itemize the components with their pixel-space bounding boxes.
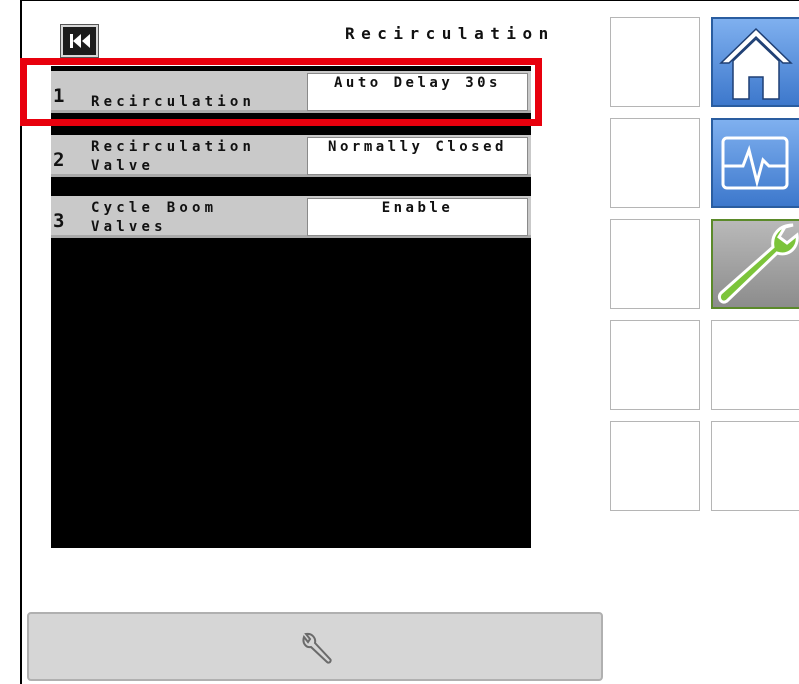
side-button-3[interactable] <box>610 219 700 309</box>
screen-title: Recirculation <box>345 24 555 43</box>
row-value[interactable]: Normally Closed <box>307 137 528 175</box>
tools-button[interactable] <box>711 219 799 309</box>
side-button-4[interactable] <box>610 320 700 410</box>
home-icon <box>719 27 793 100</box>
diagnostics-button[interactable] <box>711 118 799 208</box>
row-label: Cycle Boom Valves <box>91 200 218 235</box>
side-button-1[interactable] <box>610 17 700 107</box>
home-button[interactable] <box>711 17 799 107</box>
row-number: 3 <box>53 210 65 232</box>
settings-list: 1 Recirculation Auto Delay 30s 2 Recircu… <box>51 66 531 548</box>
skip-back-icon <box>69 34 90 48</box>
side-button-10[interactable] <box>711 421 799 511</box>
bottom-tool-button[interactable] <box>27 612 603 681</box>
setting-row-recirculation[interactable]: 1 Recirculation Auto Delay 30s <box>51 71 531 113</box>
side-button-9[interactable] <box>711 320 799 410</box>
row-number: 1 <box>53 85 65 107</box>
side-button-2[interactable] <box>610 118 700 208</box>
row-number: 2 <box>53 149 65 171</box>
row-label: Recirculation Valve <box>91 139 256 174</box>
wrench-icon <box>302 632 332 664</box>
wrench-icon <box>717 223 799 304</box>
row-value[interactable]: Enable <box>307 198 528 236</box>
setting-row-recirculation-valve[interactable]: 2 Recirculation Valve Normally Closed <box>51 135 531 177</box>
back-button[interactable] <box>61 25 98 57</box>
pulse-icon <box>721 136 789 190</box>
row-value[interactable]: Auto Delay 30s <box>307 73 528 111</box>
setting-row-cycle-boom-valves[interactable]: 3 Cycle Boom Valves Enable <box>51 196 531 238</box>
row-label: Recirculation <box>91 94 256 110</box>
side-button-5[interactable] <box>610 421 700 511</box>
